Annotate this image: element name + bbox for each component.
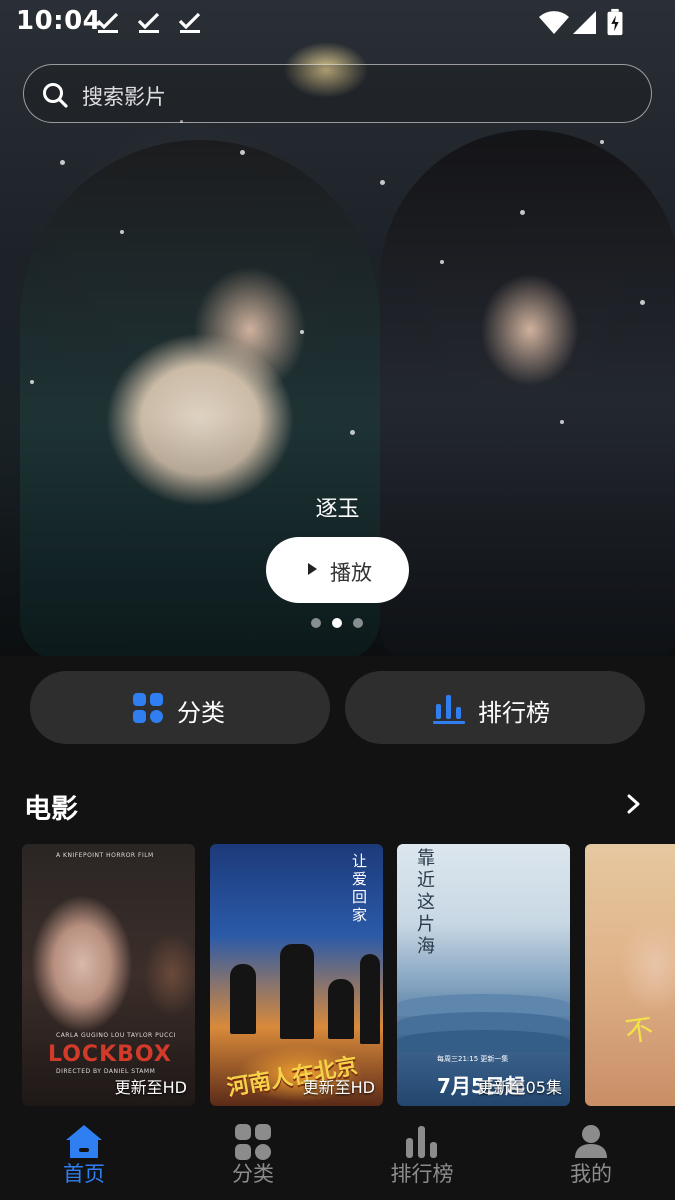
update-status-badge: 更新至HD [114, 1078, 187, 1097]
bar-chart-icon [406, 1126, 437, 1158]
check-icon [137, 12, 160, 33]
category-button-label: 分类 [177, 699, 225, 727]
movie-poster-card[interactable]: 不 [585, 844, 675, 1106]
snowflake [440, 260, 444, 264]
poster-title-logo: 不 [623, 1012, 656, 1049]
update-status-badge: 更新至HD [302, 1078, 375, 1097]
nav-item-label: 分类 [232, 1162, 274, 1186]
profile-icon [575, 1125, 607, 1158]
poster-vertical-text: 靠近这片海 [417, 848, 435, 957]
section-title-movies: 电影 [24, 794, 78, 825]
poster-title-logo: LOCKBOX [48, 1042, 172, 1067]
snowflake [60, 160, 65, 165]
poster-silhouette [230, 964, 256, 1034]
search-icon [43, 83, 68, 108]
poster-silhouette [280, 944, 314, 1039]
check-icon [96, 12, 119, 33]
battery-charging-icon [607, 8, 623, 36]
poster-schedule-note: 每周三21:15 更新一集 [437, 1055, 509, 1063]
nav-item-category[interactable]: 分类 [169, 1108, 337, 1200]
update-status-badge: 更新至05集 [477, 1078, 562, 1097]
snowflake [300, 330, 304, 334]
snowflake [640, 300, 645, 305]
category-button[interactable]: 分类 [30, 671, 330, 744]
nav-item-home[interactable]: 首页 [0, 1108, 168, 1200]
bar-chart-icon [433, 695, 465, 724]
poster-silhouette [328, 979, 354, 1039]
nav-item-label: 首页 [63, 1162, 105, 1186]
snowflake [520, 210, 525, 215]
poster-credits: CARLA GUGINO LOU TAYLOR PUCCI [56, 1032, 176, 1039]
movie-poster-card[interactable]: 靠近这片海 每周三21:15 更新一集 7月5日起 更新至05集 [397, 844, 570, 1106]
movie-poster-card[interactable]: 让爱回家 河南人在北京 更新至HD [210, 844, 383, 1106]
play-button[interactable]: 播放 [266, 537, 409, 603]
nav-item-label: 排行榜 [390, 1162, 454, 1186]
chevron-right-icon[interactable] [620, 789, 648, 819]
snowflake [120, 230, 124, 234]
snowflake [600, 140, 604, 144]
status-bar: 10:04 [0, 0, 675, 46]
nav-item-profile[interactable]: 我的 [507, 1108, 675, 1200]
poster-silhouette [360, 954, 380, 1044]
poster-wave [397, 1030, 570, 1052]
play-icon [308, 563, 317, 575]
nav-item-label: 我的 [570, 1162, 612, 1186]
snowflake [380, 180, 385, 185]
ranking-button[interactable]: 排行榜 [345, 671, 645, 744]
snowflake [30, 380, 34, 384]
signal-icon [573, 11, 596, 34]
nav-item-ranking[interactable]: 排行榜 [338, 1108, 506, 1200]
movie-poster-card[interactable]: A KNIFEPOINT HORROR FILM CARLA GUGINO LO… [22, 844, 195, 1106]
play-button-label: 播放 [330, 561, 372, 585]
ranking-button-label: 排行榜 [478, 699, 550, 727]
poster-tagline: A KNIFEPOINT HORROR FILM [56, 852, 154, 859]
search-input[interactable]: 搜索影片 [23, 64, 652, 123]
status-time: 10:04 [16, 6, 102, 36]
category-grid-icon [235, 1124, 271, 1160]
wifi-icon [539, 11, 569, 34]
pagination-dot[interactable] [311, 618, 321, 628]
snowflake [240, 150, 245, 155]
banner-title: 逐玉 [315, 497, 360, 522]
category-grid-icon [133, 693, 163, 723]
search-placeholder: 搜索影片 [82, 85, 166, 109]
poster-vertical-text: 让爱回家 [352, 852, 368, 924]
bottom-nav: 首页 分类 排行榜 我的 [0, 1108, 675, 1200]
check-icon [178, 12, 201, 33]
pagination-dot-active[interactable] [332, 618, 342, 628]
home-icon [66, 1125, 102, 1158]
pagination-dot[interactable] [353, 618, 363, 628]
